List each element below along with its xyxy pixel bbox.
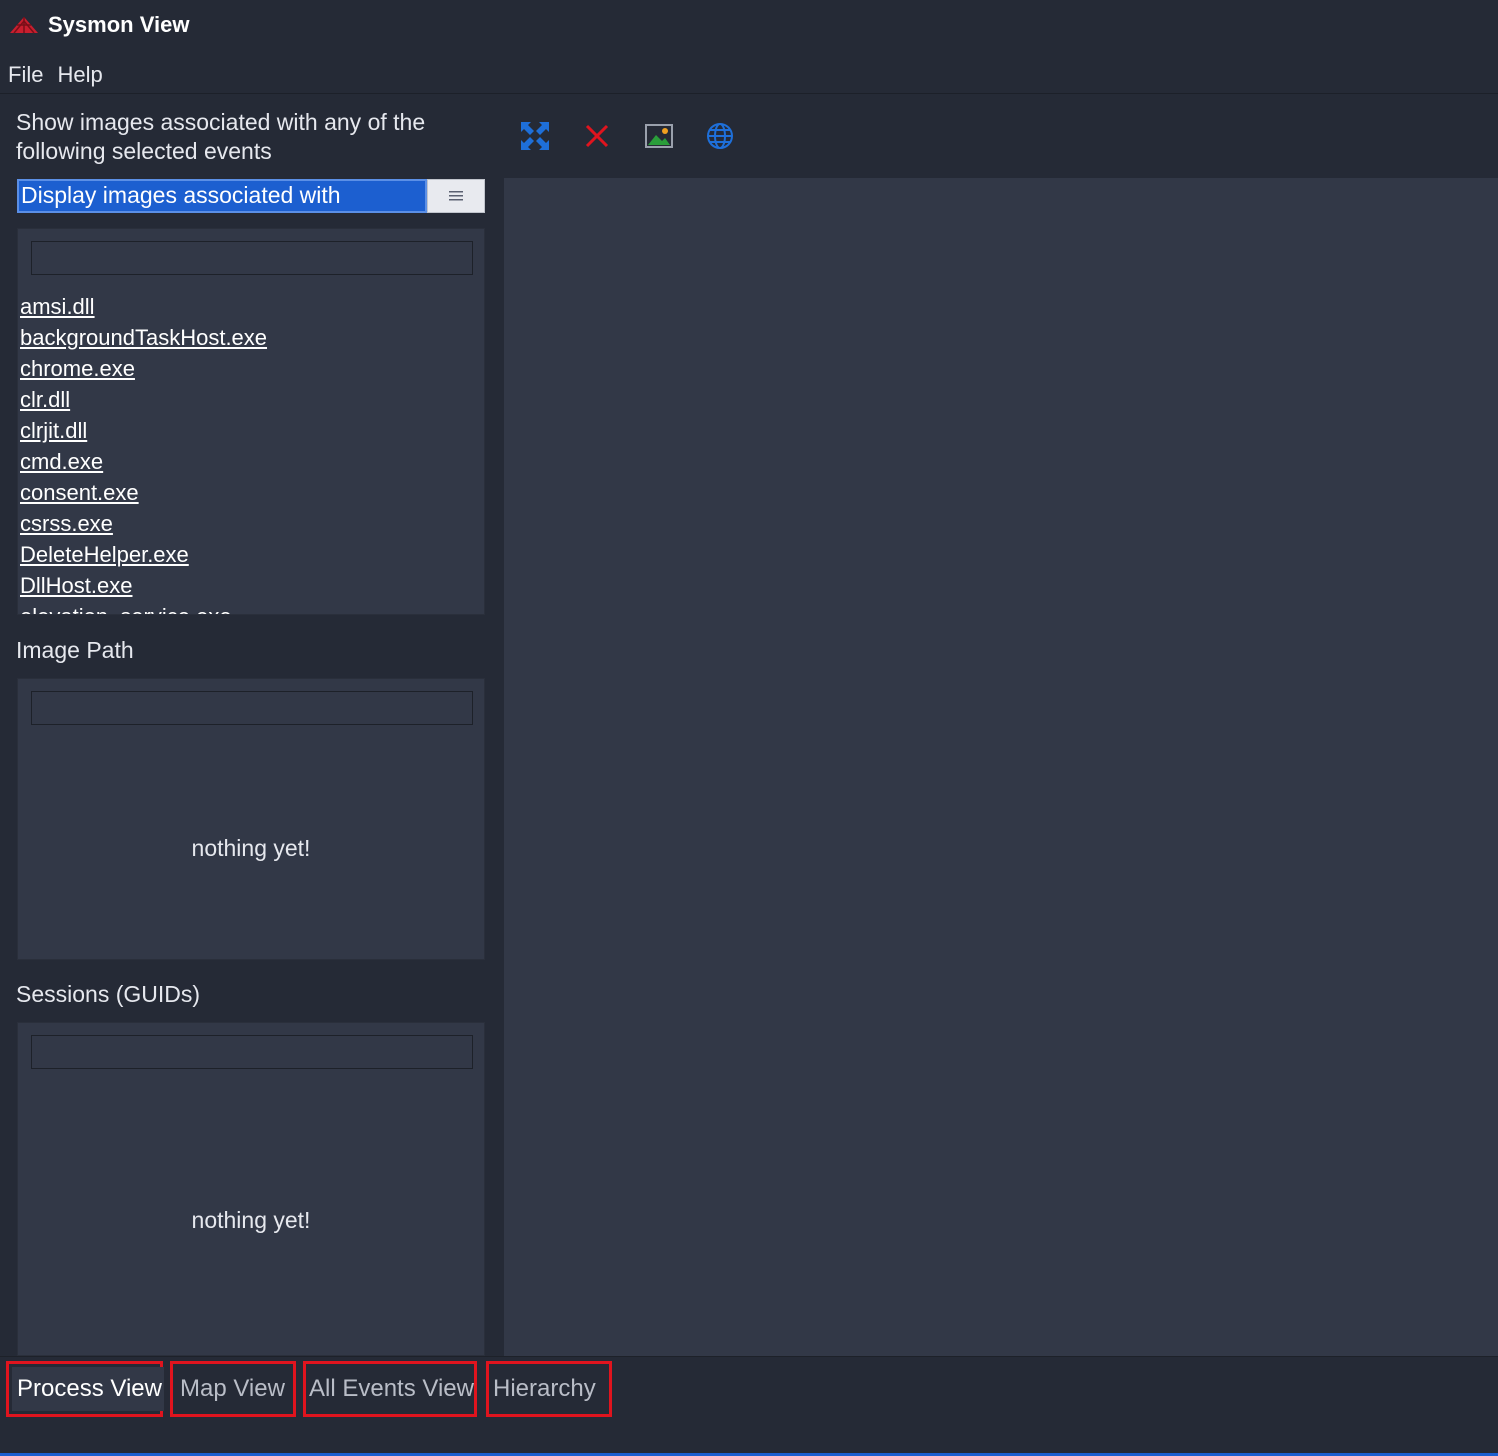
list-item[interactable]: clrjit.dll (20, 415, 484, 446)
tab-map-view[interactable]: Map View (170, 1361, 296, 1417)
list-item[interactable]: DllHost.exe (20, 570, 484, 601)
close-icon[interactable] (581, 120, 613, 152)
list-item[interactable]: DeleteHelper.exe (20, 539, 484, 570)
images-listbox: amsi.dll backgroundTaskHost.exe chrome.e… (17, 228, 485, 615)
tab-hierarchy[interactable]: Hierarchy (486, 1361, 612, 1417)
image-path-title: Image Path (16, 637, 134, 663)
image-path-listbox: nothing yet! (17, 678, 485, 960)
list-item[interactable]: chrome.exe (20, 353, 484, 384)
list-item[interactable]: consent.exe (20, 477, 484, 508)
tab-bar: Process View Map View All Events View Hi… (0, 1356, 1498, 1456)
list-item[interactable]: backgroundTaskHost.exe (20, 322, 484, 353)
sessions-empty-text: nothing yet! (191, 1207, 311, 1233)
expand-arrows-icon[interactable] (519, 120, 551, 152)
tab-label: Map View (180, 1375, 285, 1402)
menu-help[interactable]: Help (57, 62, 102, 88)
event-select-value[interactable]: Display images associated with (17, 179, 427, 213)
image-path-filter-input[interactable] (31, 691, 473, 725)
image-icon[interactable] (643, 120, 675, 152)
event-select[interactable]: Display images associated with (17, 179, 485, 213)
tab-all-events-view[interactable]: All Events View (303, 1361, 477, 1417)
sessions-filter-input[interactable] (31, 1035, 473, 1069)
events-section-title: Show images associated with any of the f… (16, 109, 426, 164)
list-item[interactable]: elevation_service.exe (20, 601, 484, 614)
menu-divider (0, 93, 1498, 94)
list-item[interactable]: cmd.exe (20, 446, 484, 477)
sessions-title: Sessions (GUIDs) (16, 981, 201, 1007)
toolbar (504, 96, 1498, 176)
tab-process-view[interactable]: Process View (6, 1361, 164, 1417)
images-filter-input[interactable] (31, 241, 473, 275)
menu-bar: File Help (0, 58, 117, 92)
graph-canvas[interactable] (504, 178, 1498, 1356)
images-list: amsi.dll backgroundTaskHost.exe chrome.e… (20, 291, 484, 614)
sessions-listbox: nothing yet! (17, 1022, 485, 1356)
tab-label: Hierarchy (493, 1375, 596, 1402)
list-item[interactable]: csrss.exe (20, 508, 484, 539)
title-bar: Sysmon View (0, 0, 1498, 50)
list-item[interactable]: clr.dll (20, 384, 484, 415)
tab-label: Process View (12, 1367, 164, 1411)
tab-label: All Events View (309, 1375, 474, 1402)
list-icon[interactable] (427, 179, 485, 213)
globe-icon[interactable] (704, 120, 736, 152)
list-item[interactable]: amsi.dll (20, 291, 484, 322)
app-logo-icon (10, 17, 38, 34)
app-title: Sysmon View (48, 12, 190, 37)
menu-file[interactable]: File (8, 62, 43, 88)
image-path-empty-text: nothing yet! (191, 835, 311, 861)
